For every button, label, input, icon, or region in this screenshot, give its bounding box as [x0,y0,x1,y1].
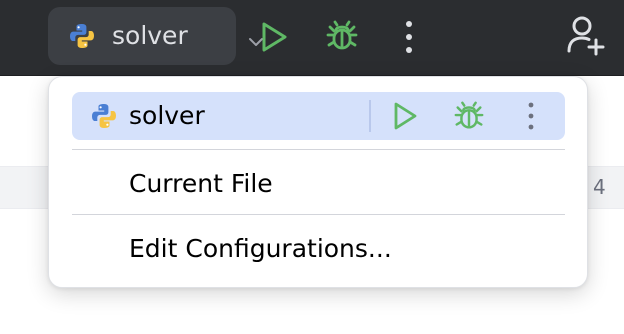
more-vertical-icon[interactable] [525,101,537,131]
debug-icon[interactable] [324,18,360,54]
run-configuration-selector[interactable]: solver [48,7,263,65]
add-user-icon[interactable] [564,14,606,56]
run-configuration-popup: solver Current File Edit Configurations.… [48,76,588,288]
popup-separator [72,149,565,150]
more-vertical-icon[interactable] [400,20,418,54]
run-icon[interactable] [391,100,419,132]
main-toolbar: solver [0,0,624,75]
popup-item-label: solver [129,101,205,130]
popup-separator [72,214,565,215]
popup-item-solver[interactable]: solver [72,92,565,140]
debug-icon[interactable] [452,99,486,133]
python-icon [92,104,116,128]
run-configuration-name: solver [112,21,188,50]
popup-item-label: Edit Configurations... [129,234,392,263]
run-icon[interactable] [258,20,290,54]
popup-item-current-file[interactable]: Current File [50,157,586,213]
popup-item-edit-configurations[interactable]: Edit Configurations... [50,221,586,277]
python-icon [70,24,94,48]
side-value: 4 [593,175,606,199]
popup-item-label: Current File [129,169,273,198]
row-divider [369,100,371,132]
